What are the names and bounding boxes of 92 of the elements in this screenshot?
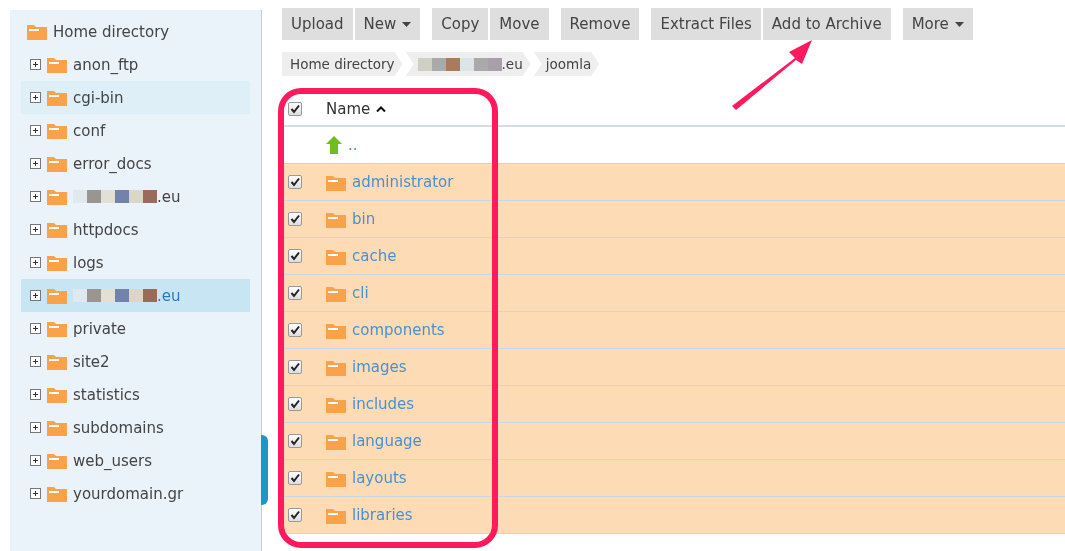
tree-label: logs: [73, 253, 104, 272]
expand-icon[interactable]: [30, 389, 41, 400]
tree-label[interactable]: Home directory: [53, 22, 170, 41]
folder-icon: [47, 188, 67, 205]
expand-icon[interactable]: [30, 125, 41, 136]
expand-icon[interactable]: [30, 290, 41, 301]
tree-label: error_docs: [73, 154, 152, 173]
tree-label: private: [73, 319, 127, 338]
checkbox[interactable]: [288, 286, 302, 300]
folder-icon: [326, 284, 346, 302]
toolbar-button[interactable]: Add to Archive: [762, 8, 891, 40]
tree-label: web_users: [73, 451, 153, 470]
checkbox[interactable]: [288, 175, 302, 189]
folder-icon: [326, 247, 346, 265]
breadcrumb-item[interactable]: joomla: [533, 52, 600, 76]
tree-item[interactable]: cgi-bin: [21, 81, 250, 114]
up-arrow-icon: [326, 136, 342, 154]
tree-label: anon_ftp: [73, 55, 139, 74]
expand-icon[interactable]: [30, 92, 41, 103]
checkbox[interactable]: [288, 471, 302, 485]
tree-item[interactable]: .eu: [21, 180, 250, 213]
checkbox[interactable]: [288, 323, 302, 337]
folder-icon: [326, 395, 346, 413]
tree-label: statistics: [73, 385, 140, 404]
expand-icon[interactable]: [30, 455, 41, 466]
folder-icon: [47, 353, 67, 370]
folder-icon: [47, 287, 67, 304]
tree-label: yourdomain.gr: [73, 484, 184, 503]
tree-item[interactable]: private: [21, 312, 250, 345]
folder-icon: [47, 221, 67, 238]
toolbar-button[interactable]: More: [902, 8, 973, 40]
breadcrumb-item[interactable]: .eu: [405, 52, 531, 76]
folder-icon: [47, 254, 67, 271]
checkbox[interactable]: [288, 101, 302, 116]
tree-item[interactable]: conf: [21, 114, 250, 147]
breadcrumb-item[interactable]: Home directory: [282, 52, 403, 76]
folder-icon: [47, 419, 67, 436]
tree-item[interactable]: logs: [21, 246, 250, 279]
checkbox[interactable]: [288, 397, 302, 411]
expand-icon[interactable]: [30, 59, 41, 70]
folder-icon: [326, 321, 346, 339]
folder-icon: [47, 122, 67, 139]
tree-label: .eu: [157, 187, 181, 206]
tree-label: subdomains: [73, 418, 164, 437]
checkbox[interactable]: [288, 212, 302, 226]
toolbar-button[interactable]: Move: [490, 8, 549, 40]
tree-item[interactable]: subdomains: [21, 411, 250, 444]
folder-icon: [47, 56, 67, 73]
folder-icon: [27, 23, 47, 40]
tree-item[interactable]: httpdocs: [21, 213, 250, 246]
folder-icon: [326, 358, 346, 376]
expand-icon[interactable]: [30, 356, 41, 367]
folder-icon: [47, 386, 67, 403]
expand-icon[interactable]: [30, 422, 41, 433]
toolbar-button[interactable]: Copy: [432, 8, 489, 40]
checkbox[interactable]: [288, 434, 302, 448]
column-header[interactable]: Name: [326, 99, 371, 118]
tree-label: conf: [73, 121, 106, 140]
tree-item[interactable]: yourdomain.gr: [21, 477, 250, 510]
folder-icon: [47, 452, 67, 469]
checkbox[interactable]: [288, 249, 302, 263]
tree-label: .eu: [157, 286, 181, 305]
folder-icon: [47, 485, 67, 502]
tree-label: httpdocs: [73, 220, 139, 239]
toolbar-button[interactable]: Extract Files: [651, 8, 761, 40]
expand-icon[interactable]: [30, 158, 41, 169]
tree-item[interactable]: statistics: [21, 378, 250, 411]
panel-toggle-handle[interactable]: [261, 435, 268, 505]
toolbar-button[interactable]: New: [354, 8, 421, 40]
tree-label: cgi-bin: [73, 88, 124, 107]
folder-icon: [326, 469, 346, 487]
tree-item[interactable]: web_users: [21, 444, 250, 477]
expand-icon[interactable]: [30, 224, 41, 235]
expand-icon[interactable]: [30, 191, 41, 202]
expand-icon[interactable]: [30, 257, 41, 268]
folder-icon: [326, 173, 346, 191]
toolbar-button[interactable]: Upload: [282, 8, 353, 40]
checkbox[interactable]: [288, 508, 302, 522]
tree-item[interactable]: site2: [21, 345, 250, 378]
tree-item[interactable]: anon_ftp: [21, 48, 250, 81]
tree-item[interactable]: error_docs: [21, 147, 250, 180]
tree-label: site2: [73, 352, 110, 371]
folder-icon: [326, 210, 346, 228]
expand-icon[interactable]: [30, 323, 41, 334]
folder-icon: [47, 320, 67, 337]
folder-icon: [47, 155, 67, 172]
expand-icon[interactable]: [30, 488, 41, 499]
folder-icon: [326, 506, 346, 524]
folder-icon: [326, 432, 346, 450]
folder-icon: [47, 89, 67, 106]
checkbox[interactable]: [288, 360, 302, 374]
toolbar-button[interactable]: Remove: [560, 8, 640, 40]
